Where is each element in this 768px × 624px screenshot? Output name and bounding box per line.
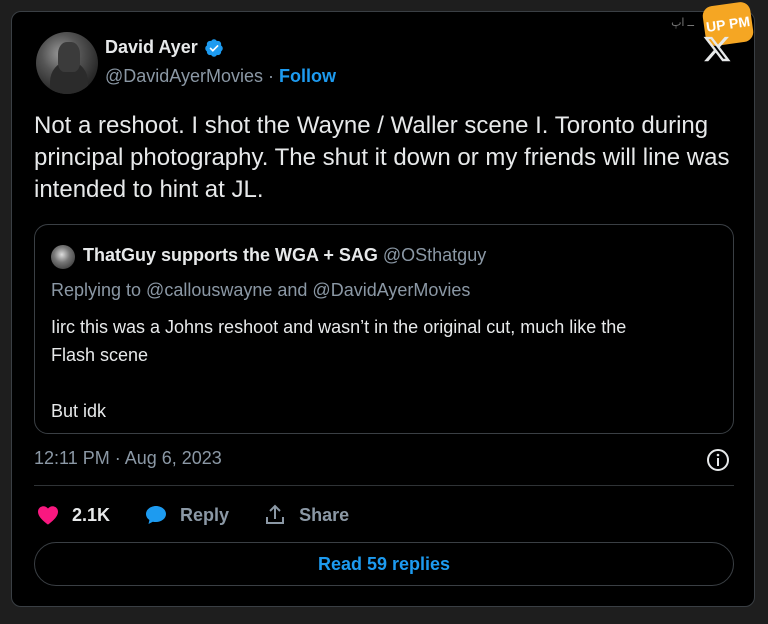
author-name[interactable]: David Ayer	[105, 37, 198, 58]
author-avatar[interactable]	[36, 32, 98, 94]
reply-label: Reply	[180, 504, 230, 525]
watermark-script: ــ اپ	[671, 17, 694, 29]
quoted-tweet[interactable]: ThatGuy supports the WGA + SAG @OSthatgu…	[34, 224, 734, 434]
like-button[interactable]: 2.1K	[36, 503, 110, 527]
share-button[interactable]: Share	[263, 503, 349, 527]
tweet-card: David Ayer @DavidAyerMovies · Follow ــ …	[11, 0, 755, 607]
quoted-text-line: Flash scene	[51, 345, 149, 365]
author-name-row[interactable]: David Ayer	[105, 37, 224, 58]
share-icon	[266, 504, 285, 524]
quoted-text-line: Iirc this was a Johns reshoot and wasn’t…	[51, 317, 627, 337]
action-bar: 2.1K Reply Share	[36, 503, 383, 527]
reply-button[interactable]: Reply	[144, 503, 229, 527]
divider	[34, 485, 734, 486]
read-replies-button[interactable]: Read 59 replies	[34, 542, 734, 586]
author-handle[interactable]: @DavidAyerMovies	[105, 66, 263, 86]
handle-separator: ·	[268, 66, 275, 86]
quoted-author-name-row[interactable]: ThatGuy supports the WGA + SAG @OSthatgu…	[83, 245, 486, 266]
like-count: 2.1K	[72, 504, 111, 525]
quoted-tweet-text: Iirc this was a Johns reshoot and wasn’t…	[51, 313, 721, 425]
heart-icon	[38, 506, 58, 525]
tweet-timestamp[interactable]: 12:11 PM · Aug 6, 2023	[34, 448, 222, 469]
verified-badge-icon	[204, 38, 223, 57]
replying-to-text: Replying to @callouswayne and @DavidAyer…	[51, 280, 471, 300]
watermark-text: UP PM	[705, 13, 751, 35]
reply-bubble-icon	[146, 506, 167, 524]
x-logo-icon[interactable]	[702, 34, 732, 64]
quoted-author-handle[interactable]: @OSthatguy	[383, 245, 486, 265]
quoted-author-name[interactable]: ThatGuy supports the WGA + SAG	[83, 245, 378, 265]
quoted-text-line: But idk	[51, 401, 107, 421]
follow-button[interactable]: Follow	[279, 66, 336, 86]
info-icon[interactable]	[706, 448, 730, 472]
author-handle-row: @DavidAyerMovies · Follow	[105, 66, 336, 87]
quoted-author-avatar[interactable]	[51, 245, 75, 269]
read-replies-label: Read 59 replies	[317, 553, 451, 574]
share-label: Share	[299, 504, 350, 525]
tweet-text: Not a reshoot. I shot the Wayne / Waller…	[34, 112, 730, 203]
